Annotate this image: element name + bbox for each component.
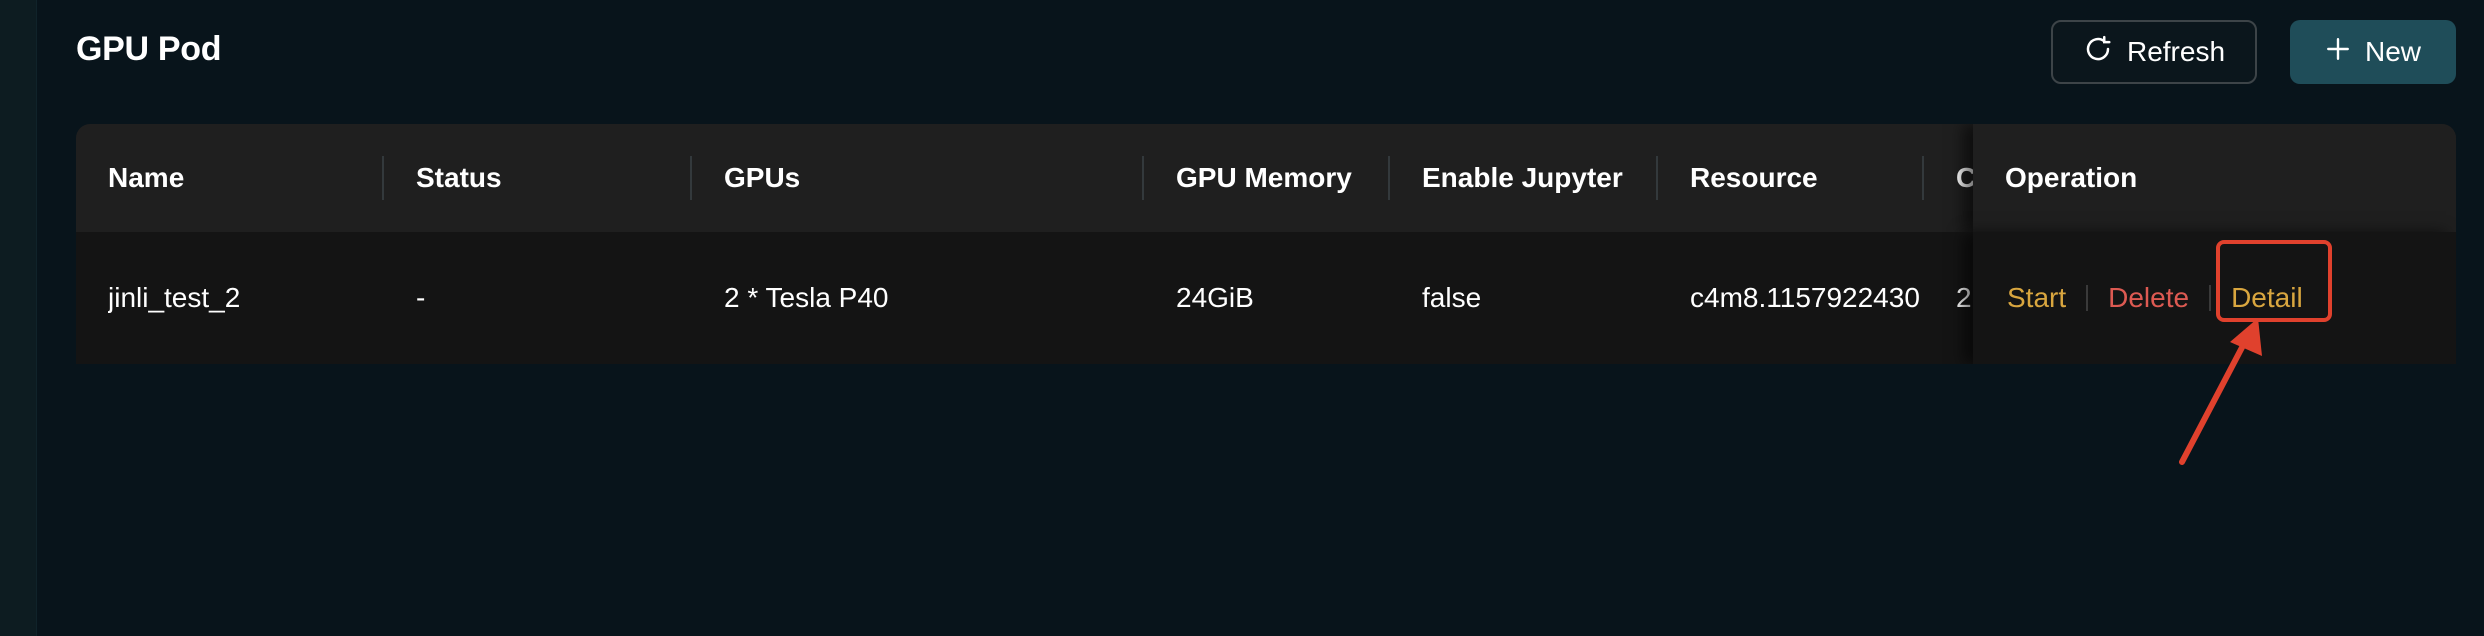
action-divider	[2209, 285, 2212, 311]
column-header-name[interactable]: Name	[108, 124, 184, 232]
column-divider	[1656, 156, 1658, 200]
pod-truncated-value: 2	[1956, 282, 1972, 313]
start-action[interactable]: Start	[2007, 282, 2066, 314]
arrow-annotation-icon	[2160, 310, 2280, 475]
pod-gpus: 2 * Tesla P40	[724, 282, 889, 313]
new-button[interactable]: New	[2290, 20, 2456, 84]
column-header-status[interactable]: Status	[416, 124, 502, 232]
pod-status: -	[416, 282, 426, 313]
refresh-button[interactable]: Refresh	[2051, 20, 2257, 84]
column-divider	[690, 156, 692, 200]
column-header-gpus[interactable]: GPUs	[724, 124, 800, 232]
refresh-icon	[2083, 34, 2127, 71]
column-divider	[382, 156, 384, 200]
pod-resource-link[interactable]: c4m8.1157922430	[1690, 232, 1920, 364]
column-divider	[1388, 156, 1390, 200]
new-label: New	[2364, 36, 2421, 67]
operation-column-header: Operation	[1973, 124, 2456, 232]
column-header-operation: Operation	[2005, 162, 2138, 193]
plus-icon	[2325, 36, 2365, 69]
table-header: Name Status GPUs GPU Memory Enable Jupyt…	[76, 124, 2456, 234]
pod-enable-jupyter: false	[1422, 282, 1482, 313]
column-header-gpu-memory[interactable]: GPU Memory	[1176, 124, 1352, 232]
column-header-enable-jupyter[interactable]: Enable Jupyter	[1422, 124, 1623, 232]
page-title: GPU Pod	[76, 30, 222, 68]
pod-gpu-memory: 24GiB	[1176, 282, 1254, 313]
action-divider	[2086, 285, 2089, 311]
refresh-label: Refresh	[2126, 36, 2226, 67]
table-row: jinli_test_2 - 2 * Tesla P40 24GiB false…	[76, 232, 2456, 364]
column-divider	[1922, 156, 1924, 200]
pod-name-link[interactable]: jinli_test_2	[108, 232, 240, 364]
left-sidebar-rail	[0, 0, 37, 636]
gpu-pod-table: Name Status GPUs GPU Memory Enable Jupyt…	[76, 124, 2456, 364]
column-divider	[1142, 156, 1144, 200]
column-header-resource[interactable]: Resource	[1690, 124, 1818, 232]
